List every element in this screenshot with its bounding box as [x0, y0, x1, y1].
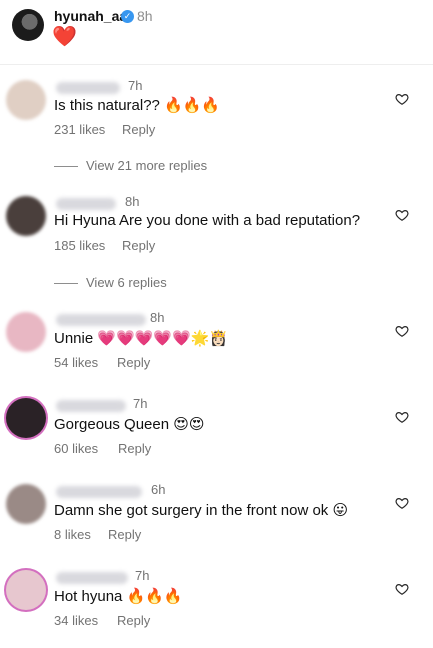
blurred-username[interactable] — [56, 572, 128, 584]
commenter-avatar[interactable] — [6, 196, 46, 236]
comment-time: 8h — [125, 194, 140, 209]
commenter-avatar[interactable] — [6, 484, 46, 524]
blurred-username[interactable] — [56, 314, 146, 326]
heart-outline-icon[interactable] — [395, 324, 409, 338]
comment-text: Hot hyuna 🔥🔥🔥 — [54, 588, 183, 605]
author-username[interactable]: hyunah_aa — [54, 8, 127, 24]
commenter-avatar[interactable] — [6, 398, 46, 438]
reply-button[interactable]: Reply — [117, 355, 150, 370]
comment-item: 7h Is this natural?? 🔥🔥🔥 231 likes Reply — [0, 76, 433, 156]
post-header: hyunah_aa ✓ 8h ❤️ — [0, 0, 433, 64]
commenter-avatar[interactable] — [6, 570, 46, 610]
comment-time: 6h — [151, 482, 166, 497]
comment-text: Gorgeous Queen 😍😍 — [54, 416, 205, 433]
commenter-avatar[interactable] — [6, 312, 46, 352]
heart-outline-icon[interactable] — [395, 92, 409, 106]
likes-count[interactable]: 34 likes — [54, 613, 98, 628]
comment-text: Unnie 💗💗💗💗💗🌟👸🏻 — [54, 330, 229, 347]
reply-button[interactable]: Reply — [108, 527, 141, 542]
likes-count[interactable]: 54 likes — [54, 355, 98, 370]
blurred-username[interactable] — [56, 82, 120, 94]
blurred-username[interactable] — [56, 198, 116, 210]
author-avatar[interactable] — [12, 9, 44, 41]
heart-outline-icon[interactable] — [395, 410, 409, 424]
replies-line — [54, 283, 78, 284]
likes-count[interactable]: 231 likes — [54, 122, 105, 137]
comment-text: Is this natural?? 🔥🔥🔥 — [54, 97, 221, 114]
comment-time: 7h — [135, 568, 150, 583]
heart-outline-icon[interactable] — [395, 496, 409, 510]
replies-line — [54, 166, 78, 167]
reply-button[interactable]: Reply — [122, 122, 155, 137]
divider — [0, 64, 433, 65]
post-time: 8h — [137, 8, 153, 24]
comment-time: 7h — [133, 396, 148, 411]
blurred-username[interactable] — [56, 400, 126, 412]
heart-outline-icon[interactable] — [395, 582, 409, 596]
view-replies-label: View 6 replies — [86, 275, 167, 290]
likes-count[interactable]: 8 likes — [54, 527, 91, 542]
likes-count[interactable]: 60 likes — [54, 441, 98, 456]
blurred-username[interactable] — [56, 486, 142, 498]
reply-button[interactable]: Reply — [117, 613, 150, 628]
verified-badge-icon: ✓ — [121, 10, 134, 23]
reply-button[interactable]: Reply — [118, 441, 151, 456]
likes-count[interactable]: 185 likes — [54, 238, 105, 253]
comment-text: Damn she got surgery in the front now ok… — [54, 502, 349, 519]
view-replies-label: View 21 more replies — [86, 158, 208, 173]
comment-item: 6h Damn she got surgery in the front now… — [0, 482, 433, 562]
commenter-avatar[interactable] — [6, 80, 46, 120]
comment-item: 8h Unnie 💗💗💗💗💗🌟👸🏻 54 likes Reply — [0, 310, 433, 390]
comment-time: 7h — [128, 78, 143, 93]
comment-item: 8h Hi Hyuna Are you done with a bad repu… — [0, 192, 433, 272]
caption-text: ❤️ — [52, 26, 77, 48]
comment-item: 7h Hot hyuna 🔥🔥🔥 34 likes Reply — [0, 568, 433, 648]
comment-time: 8h — [150, 310, 165, 325]
reply-button[interactable]: Reply — [122, 238, 155, 253]
comment-item: 7h Gorgeous Queen 😍😍 60 likes Reply — [0, 396, 433, 476]
heart-outline-icon[interactable] — [395, 208, 409, 222]
comment-text: Hi Hyuna Are you done with a bad reputat… — [54, 212, 361, 229]
